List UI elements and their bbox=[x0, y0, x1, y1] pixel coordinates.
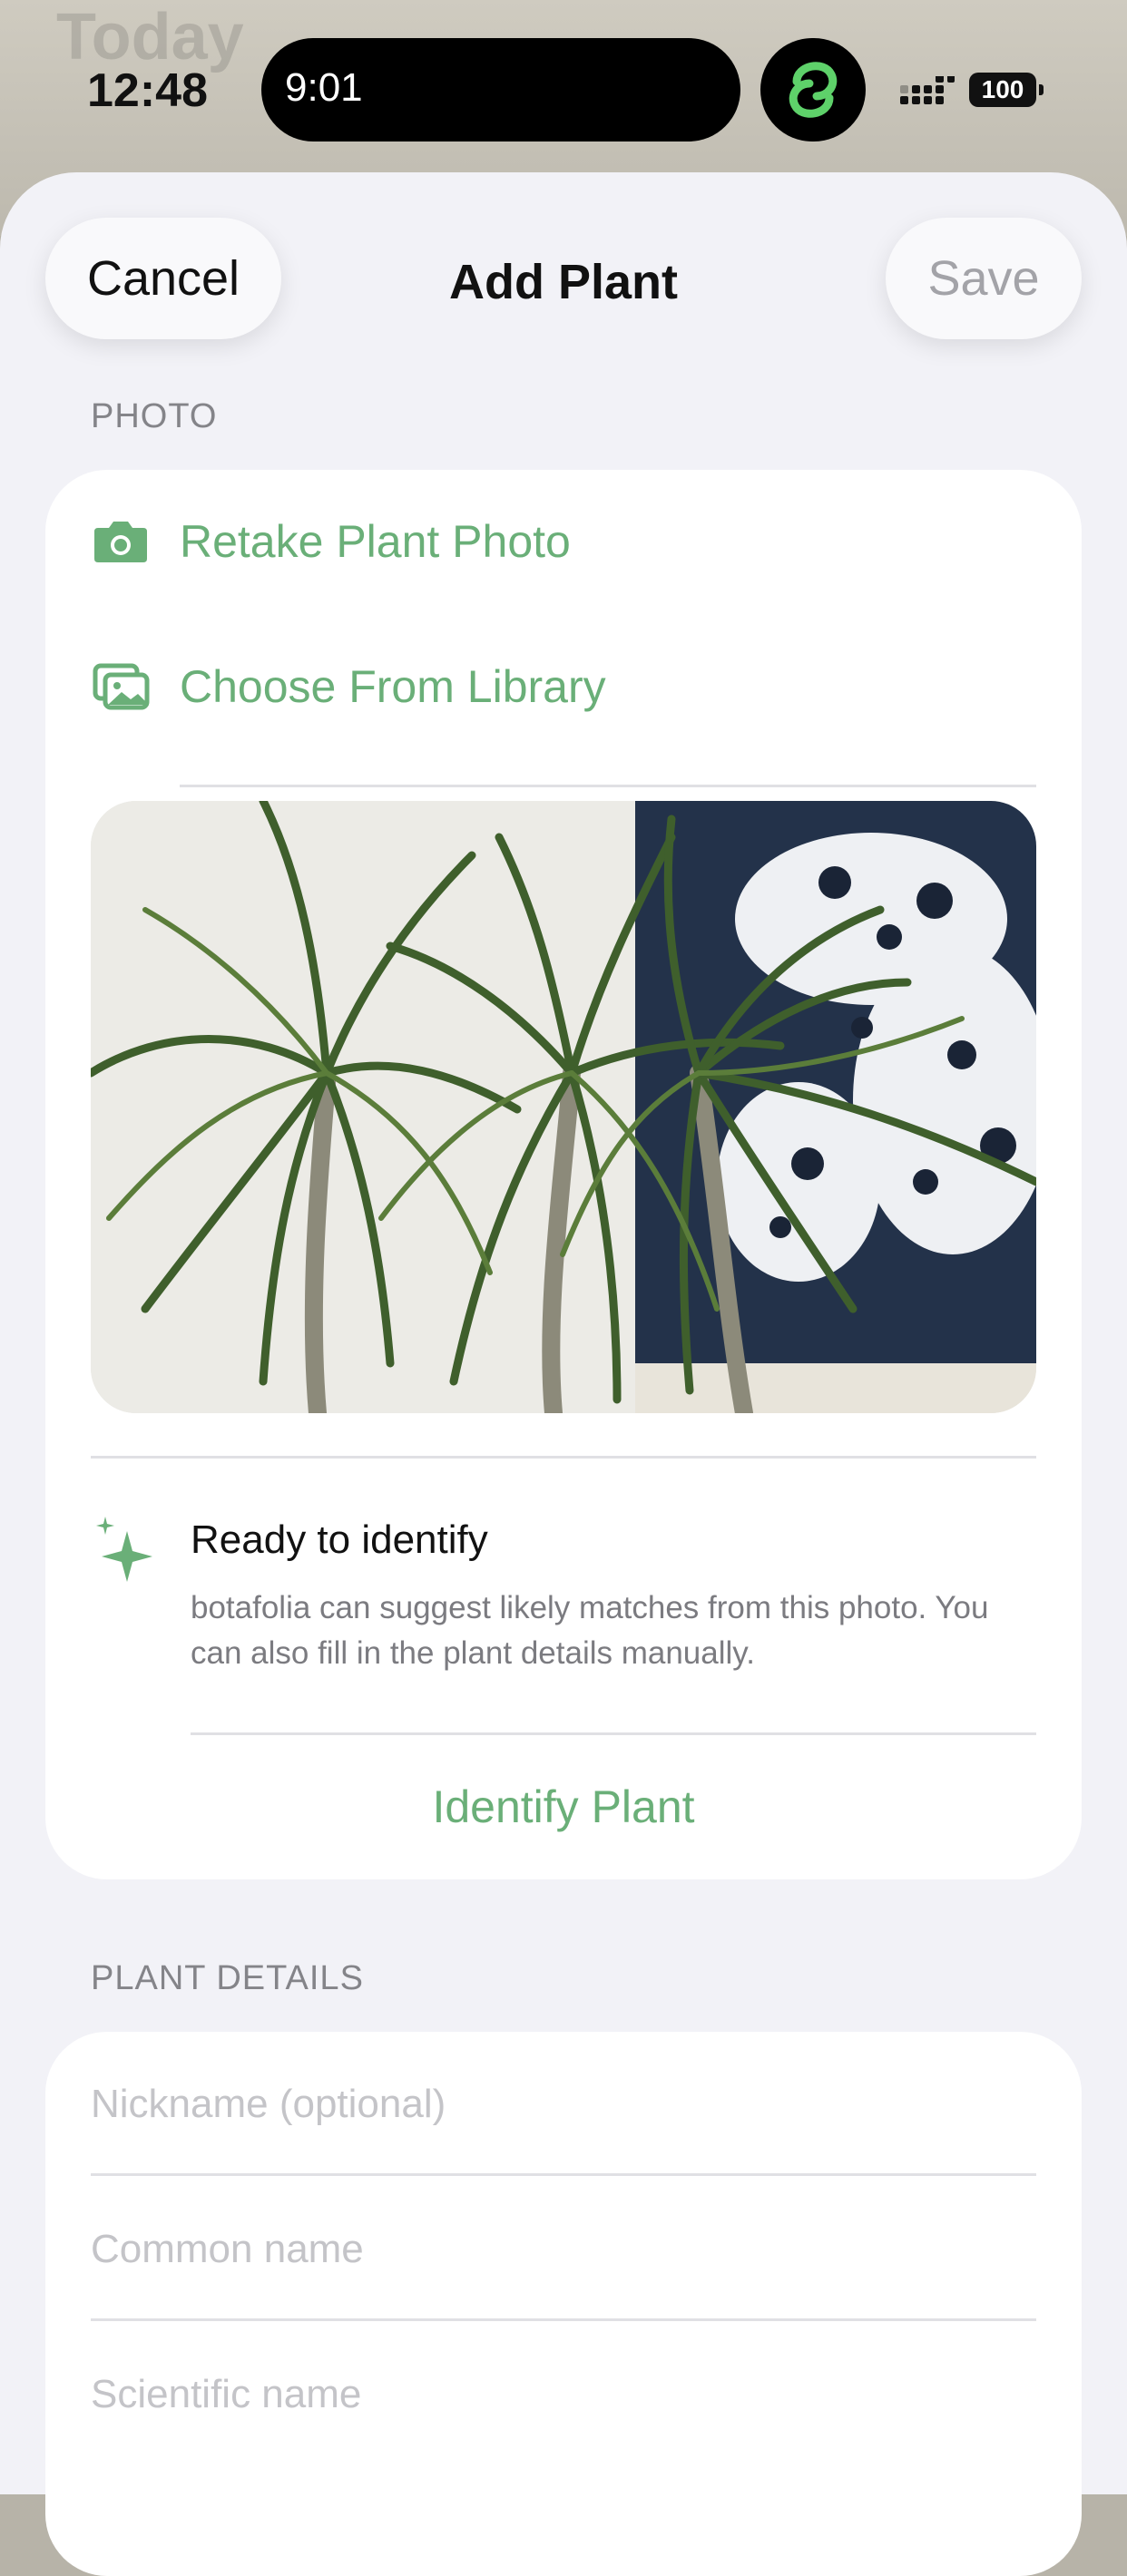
camera-icon bbox=[94, 522, 147, 562]
identify-title: Ready to identify bbox=[191, 1517, 488, 1562]
nickname-field[interactable]: Nickname (optional) bbox=[91, 2082, 446, 2127]
divider bbox=[180, 785, 1036, 787]
identify-plant-button[interactable]: Identify Plant bbox=[45, 1781, 1082, 1833]
scientific-name-field[interactable]: Scientific name bbox=[91, 2372, 361, 2417]
photo-card: Retake Plant Photo Choose From Library R… bbox=[45, 470, 1082, 1879]
divider bbox=[91, 2173, 1036, 2176]
plant-details-section-header: PLANT DETAILS bbox=[91, 1959, 364, 1997]
choose-from-library-button[interactable]: Choose From Library bbox=[45, 615, 1082, 758]
dynamic-island: 9:01 bbox=[261, 38, 740, 141]
retake-photo-button[interactable]: Retake Plant Photo bbox=[45, 470, 1082, 613]
photo-library-icon bbox=[93, 663, 150, 710]
common-name-field[interactable]: Common name bbox=[91, 2227, 364, 2272]
save-button[interactable]: Save bbox=[886, 218, 1082, 339]
sparkles-icon bbox=[96, 1517, 152, 1582]
divider bbox=[191, 1732, 1036, 1735]
photo-section-header: PHOTO bbox=[91, 397, 218, 435]
signal-icon bbox=[900, 76, 955, 104]
add-plant-sheet: Cancel Add Plant Save PHOTO Retake Plant… bbox=[0, 172, 1127, 2576]
divider bbox=[91, 2318, 1036, 2321]
island-timer: 9:01 bbox=[285, 65, 363, 110]
battery-icon: 100 bbox=[969, 73, 1044, 107]
plant-details-card: Nickname (optional) Common name Scientif… bbox=[45, 2032, 1082, 2576]
choose-library-label: Choose From Library bbox=[180, 661, 606, 712]
live-activity-icon bbox=[760, 38, 866, 141]
retake-photo-label: Retake Plant Photo bbox=[180, 516, 571, 567]
divider bbox=[91, 1456, 1036, 1459]
status-time: 12:48 bbox=[87, 64, 208, 117]
plant-photo bbox=[91, 801, 1036, 1413]
identify-description: botafolia can suggest likely matches fro… bbox=[191, 1590, 989, 1671]
